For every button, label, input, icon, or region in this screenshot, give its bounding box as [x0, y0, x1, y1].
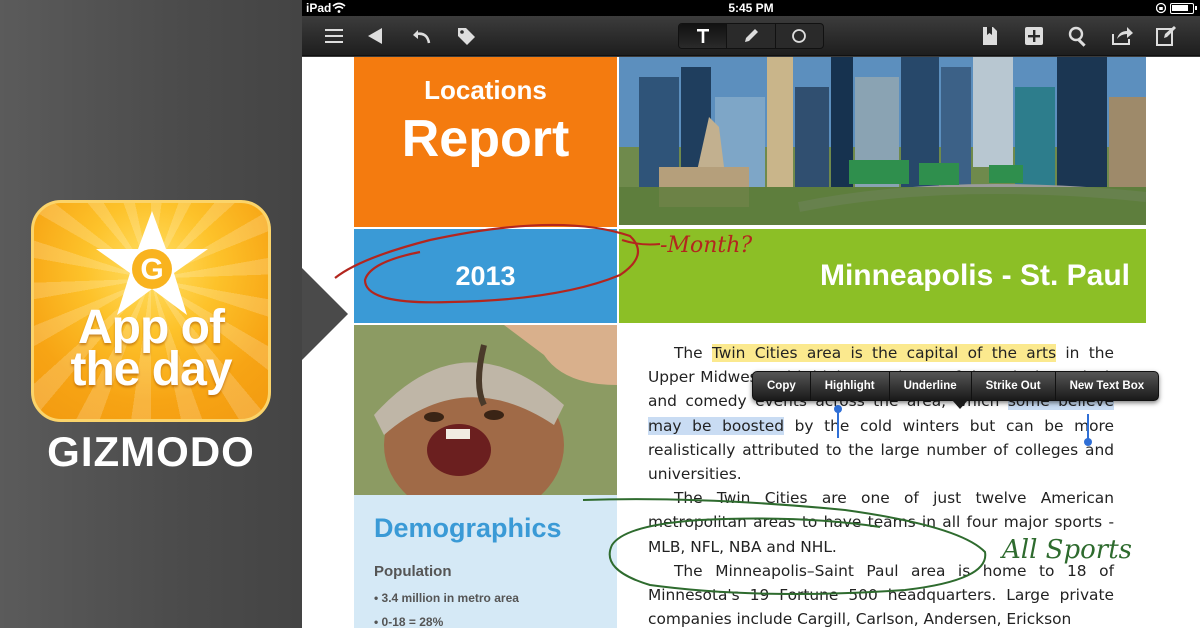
promo-panel: G App of the day GIZMODO — [0, 0, 302, 628]
add-page-icon[interactable] — [1022, 24, 1046, 48]
selection-context-menu: Copy Highlight Underline Strike Out New … — [752, 371, 1160, 401]
status-bar: iPad 5:45 PM — [302, 0, 1200, 16]
city-block: Minneapolis - St. Paul — [619, 229, 1146, 323]
strike-out-button[interactable]: Strike Out — [972, 372, 1056, 400]
chevron-right-icon — [302, 268, 348, 360]
population-item: • 0-18 = 28% — [374, 615, 444, 628]
title-small: Locations — [424, 75, 547, 105]
badge-title-line2: the day — [70, 343, 232, 396]
app-of-the-day-badge: G App of the day — [31, 200, 271, 422]
badge-letter: G — [140, 253, 163, 286]
city-skyline-photo — [619, 57, 1146, 225]
report-year: 2013 — [455, 260, 516, 291]
page-title: Report — [401, 110, 570, 168]
demographics-panel: Demographics Population • 3.4 million in… — [354, 495, 617, 628]
year-block: 2013 — [354, 229, 617, 323]
context-menu-pointer — [952, 400, 968, 409]
status-right — [1156, 2, 1197, 14]
badge-title: App of the day — [34, 304, 268, 396]
underline-button[interactable]: Underline — [890, 372, 972, 400]
paragraph[interactable]: The Minneapolis–Saint Paul area is home … — [648, 559, 1114, 628]
bookmark-icon[interactable] — [978, 24, 1002, 48]
text-run: The — [674, 344, 712, 362]
share-icon[interactable] — [1110, 24, 1134, 48]
status-time: 5:45 PM — [728, 1, 774, 15]
demographics-heading: Demographics — [374, 513, 562, 543]
text-tool-icon[interactable] — [679, 24, 728, 48]
brand-logo: GIZMODO — [47, 428, 255, 475]
search-icon[interactable] — [1066, 24, 1090, 48]
compose-icon[interactable] — [1154, 24, 1178, 48]
pdf-document-page[interactable]: Locations Report 2013 Minneapolis - St. … — [302, 57, 1200, 628]
title-block: Locations Report — [354, 57, 617, 227]
tool-mode-segmented-control — [678, 23, 824, 49]
population-heading: Population — [374, 563, 452, 580]
undo-icon[interactable] — [410, 24, 434, 48]
highlighted-text[interactable]: Twin Cities area is the capital of the a… — [711, 344, 1057, 362]
pen-tool-icon[interactable] — [727, 24, 776, 48]
paragraph[interactable]: The Twin Cities area is the capital of t… — [648, 341, 1114, 486]
city-name: Minneapolis - St. Paul — [819, 259, 1130, 292]
tag-icon[interactable] — [454, 24, 478, 48]
highlight-button[interactable]: Highlight — [811, 372, 890, 400]
orientation-lock-icon — [1156, 2, 1166, 14]
back-arrow-icon[interactable] — [364, 24, 388, 48]
population-item: • 3.4 million in metro area — [374, 591, 519, 605]
child-photo — [354, 325, 617, 495]
shape-tool-icon[interactable] — [776, 24, 823, 48]
battery-icon — [1170, 2, 1197, 14]
menu-icon[interactable] — [322, 24, 346, 48]
copy-button[interactable]: Copy — [753, 372, 811, 400]
new-text-box-button[interactable]: New Text Box — [1056, 372, 1159, 400]
toolbar — [302, 16, 1200, 56]
paragraph[interactable]: The Twin Cities are one of just twelve A… — [648, 486, 1114, 559]
